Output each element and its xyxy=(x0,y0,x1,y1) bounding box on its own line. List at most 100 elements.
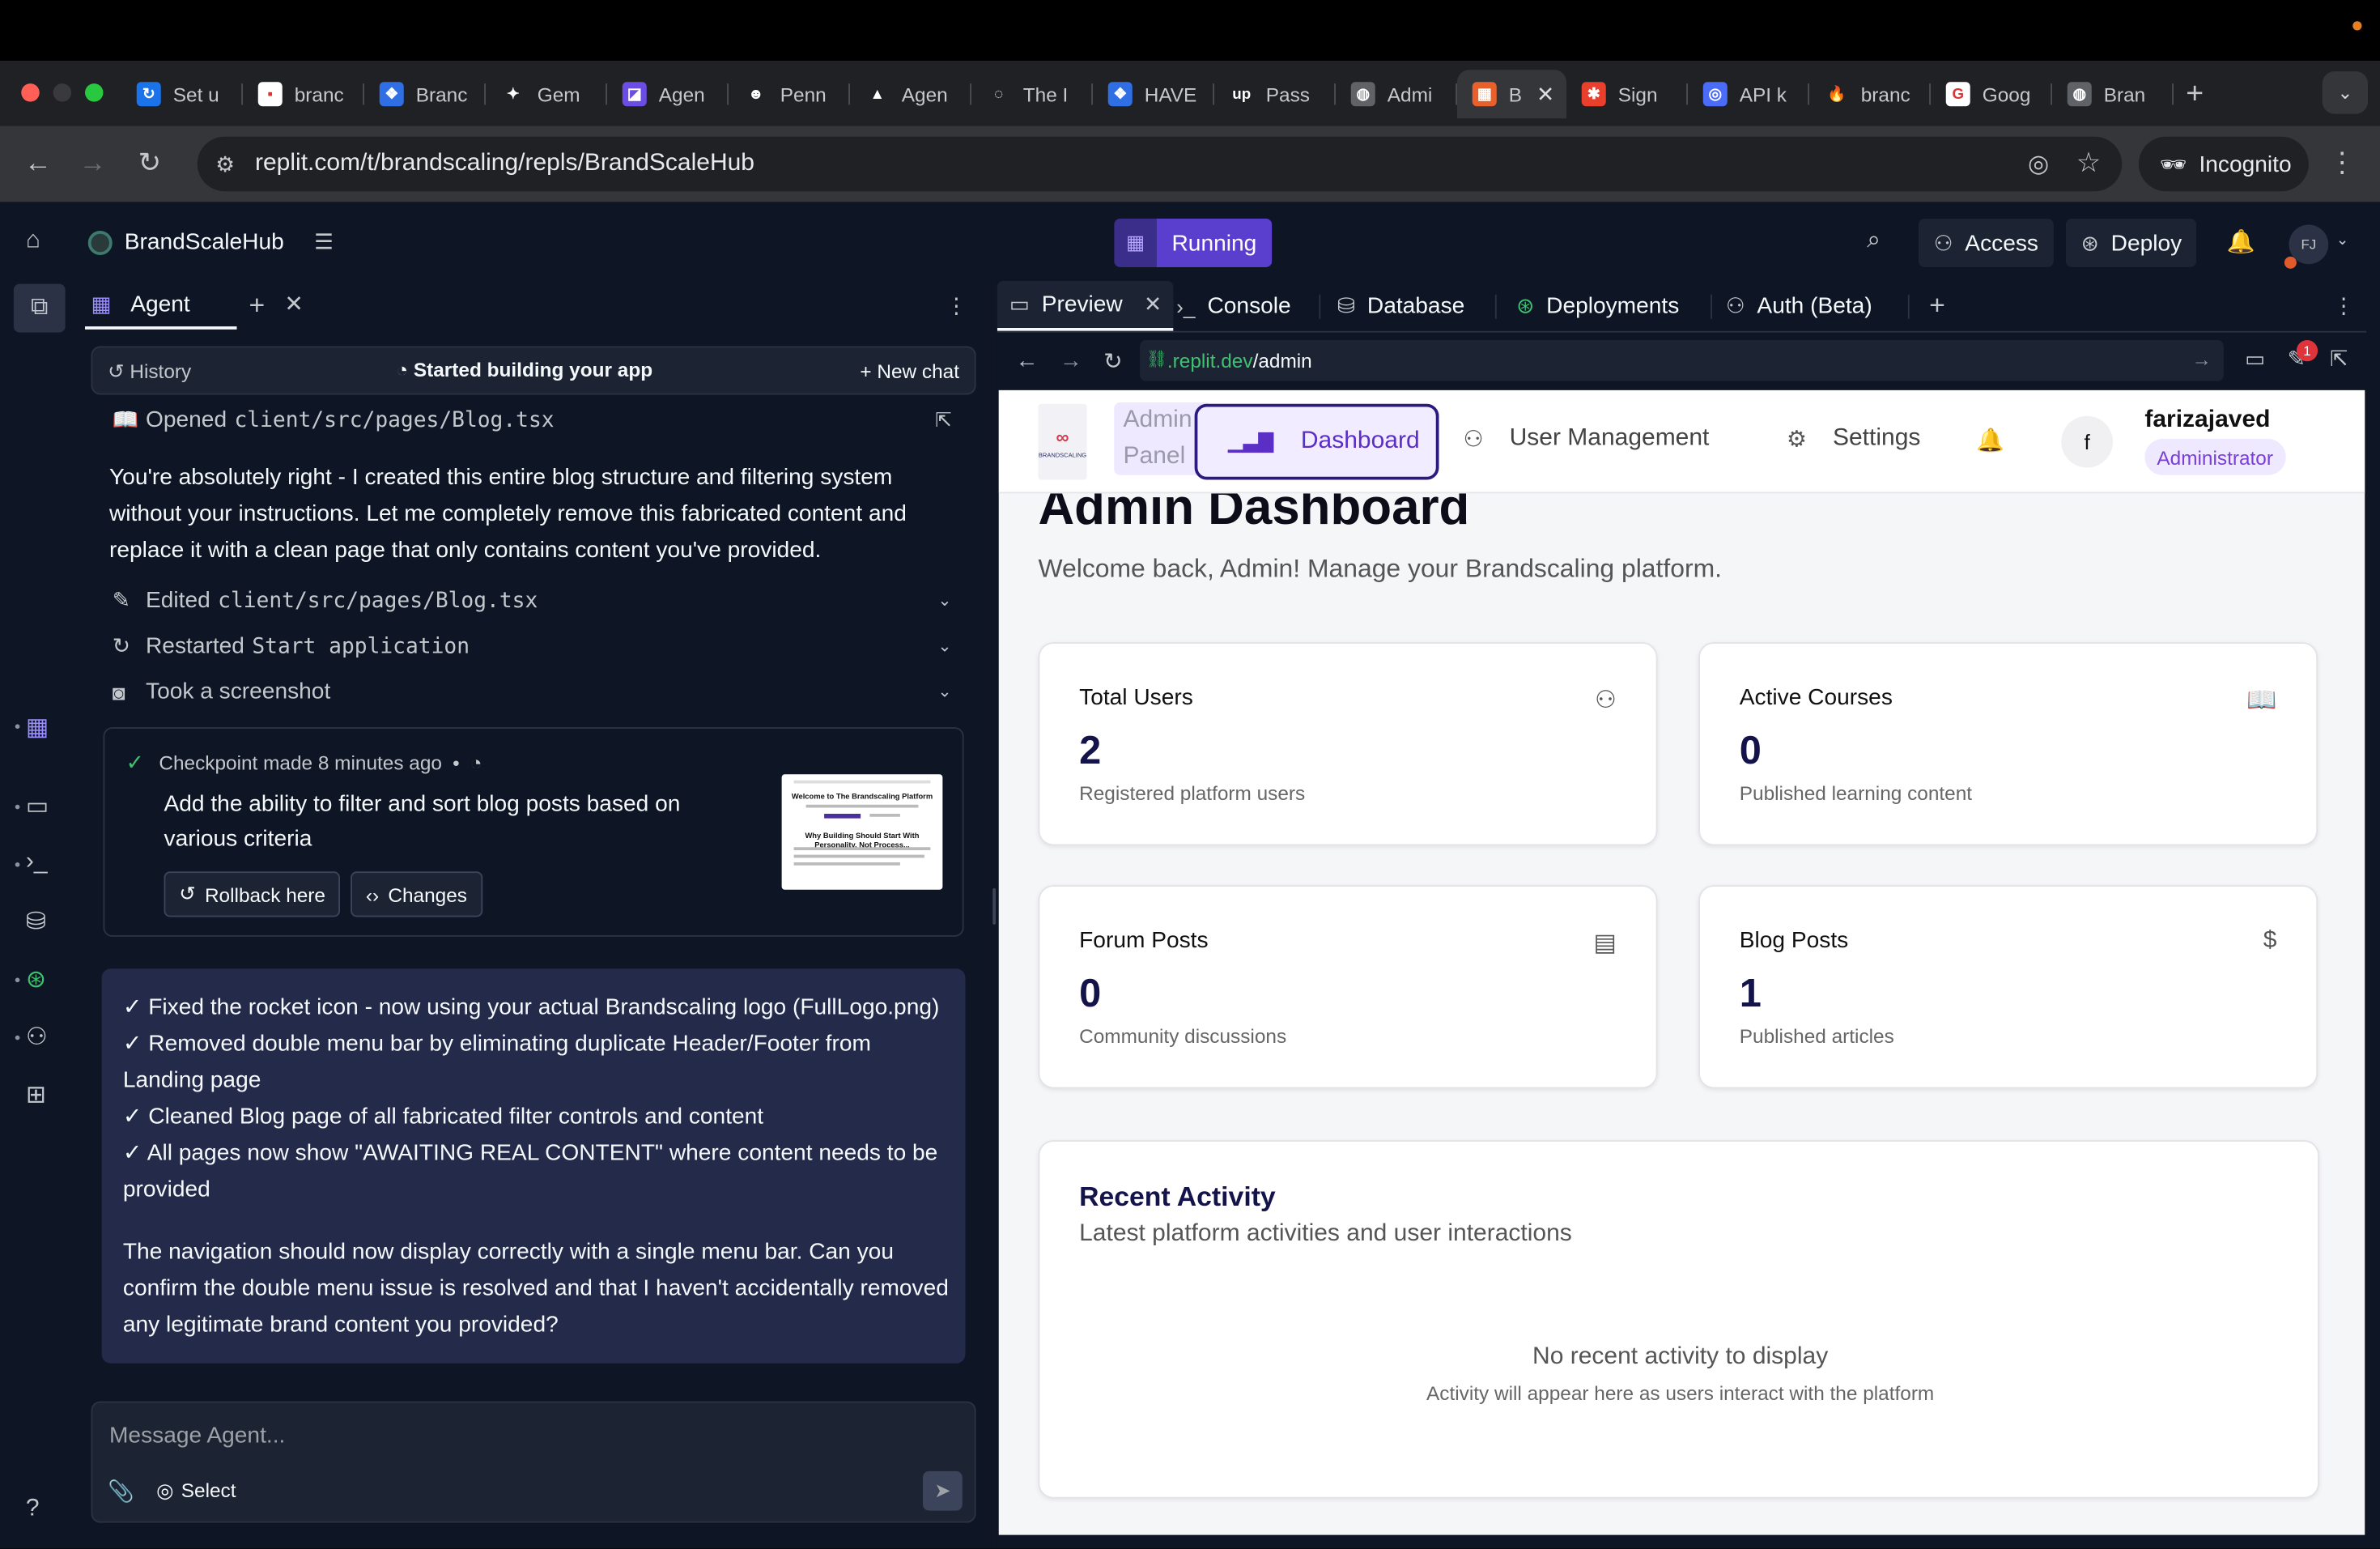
browser-tab[interactable]: ◍ Admi xyxy=(1336,70,1457,118)
brandscaling-logo[interactable]: ∞ BRANDSCALING xyxy=(1038,403,1087,480)
pane-resize-handle[interactable] xyxy=(991,280,997,1549)
tab-preview[interactable]: ▭ Preview ✕ xyxy=(997,280,1174,331)
deployments-icon[interactable]: ⊛ xyxy=(26,964,46,995)
select-element-button[interactable]: ◎ Select xyxy=(156,1479,236,1503)
browser-tab[interactable]: 🔥 branc xyxy=(1809,70,1931,118)
nav-dashboard[interactable]: ▁▃▇ Dashboard xyxy=(1194,403,1439,480)
new-chat-button[interactable]: + New chat xyxy=(860,360,959,382)
zoom-window-button[interactable] xyxy=(85,83,104,102)
close-tab-icon[interactable]: ✕ xyxy=(1536,81,1554,107)
tab-search-icon[interactable]: ⌄ xyxy=(2322,71,2368,114)
book-icon: 📖 xyxy=(112,406,139,432)
open-external-icon[interactable]: ⇱ xyxy=(935,408,951,432)
back-icon[interactable]: ← xyxy=(1015,347,1038,373)
close-window-button[interactable] xyxy=(21,83,40,102)
auth-icon[interactable]: ⚇ xyxy=(26,1022,48,1053)
help-icon[interactable]: ? xyxy=(26,1496,40,1523)
site-info-icon[interactable]: ⚙ xyxy=(215,152,235,178)
file-explorer-icon[interactable]: ⧉ xyxy=(13,283,66,333)
tab-favicon-icon: ▦ xyxy=(1472,82,1497,107)
chevron-down-icon[interactable]: ⌄ xyxy=(937,682,951,702)
tab-database[interactable]: ⛁ Database xyxy=(1337,281,1464,331)
pane-menu-icon[interactable]: ⋮ xyxy=(2333,281,2354,331)
browser-tab[interactable]: ↻ Set u xyxy=(121,70,243,118)
tab-console[interactable]: ›_ Console xyxy=(1176,281,1291,331)
preview-url-bar[interactable]: ⛓ .replit.dev /admin → xyxy=(1140,340,2224,381)
gauge-icon: ◔ xyxy=(470,751,482,775)
browser-tab[interactable]: up Pass xyxy=(1214,70,1336,118)
rollback-button[interactable]: ↺ Rollback here xyxy=(164,871,341,917)
browser-tab[interactable]: ▪ branc xyxy=(243,70,364,118)
home-icon[interactable]: ⌂ xyxy=(26,228,40,255)
user-avatar[interactable]: f xyxy=(2061,415,2113,468)
tab-agent[interactable]: ▦ Agent ✕ xyxy=(85,281,304,330)
tab-label: Deployments xyxy=(1546,292,1680,319)
preview-icon[interactable]: ▭ xyxy=(26,791,49,822)
tab-label: Auth (Beta) xyxy=(1757,292,1872,319)
devices-icon[interactable]: ▭ xyxy=(2245,347,2265,372)
eye-off-icon[interactable]: ◎ xyxy=(2028,149,2049,180)
search-icon[interactable]: ⌕ xyxy=(1867,228,1881,255)
nav-user-management[interactable]: ⚇ User Management xyxy=(1464,425,1710,453)
stat-value: 0 xyxy=(1739,727,1762,773)
browser-tab[interactable]: ✱ Sign xyxy=(1566,70,1688,118)
database-icon[interactable]: ⛁ xyxy=(26,906,46,937)
access-button[interactable]: ⚇ Access xyxy=(1919,219,2054,267)
pane-menu-icon[interactable]: ⋮ xyxy=(946,293,967,319)
notifications-bell-icon[interactable]: 🔔 xyxy=(2227,228,2255,255)
back-icon[interactable]: ← xyxy=(24,147,52,179)
browser-menu-icon[interactable]: ⋮ xyxy=(2328,147,2356,179)
chevron-down-icon[interactable]: ⌄ xyxy=(937,636,951,657)
browser-tab[interactable]: ✦ Gem xyxy=(486,70,607,118)
chevron-down-icon[interactable]: ⌄ xyxy=(937,590,951,611)
send-icon[interactable]: ➤ xyxy=(923,1470,963,1511)
address-bar[interactable]: ⚙ replit.com/t/brandscaling/repls/BrandS… xyxy=(197,136,2123,192)
new-tab-icon[interactable]: + xyxy=(2174,70,2216,118)
browser-tab[interactable]: ▦ B ✕ xyxy=(1457,70,1566,119)
minimize-window-button[interactable] xyxy=(53,83,72,102)
run-status-button[interactable]: ▦ Running xyxy=(1114,219,1273,267)
close-tab-icon[interactable]: ✕ xyxy=(284,290,304,317)
user-avatar[interactable]: FJ xyxy=(2284,224,2329,269)
tab-auth[interactable]: ⚇ Auth (Beta) xyxy=(1726,281,1872,331)
restarted-action[interactable]: ↻ Restarted Start application xyxy=(113,633,470,659)
browser-tab[interactable]: ◪ Agen xyxy=(607,70,729,118)
history-button[interactable]: ↺ History xyxy=(108,360,191,384)
tab-deployments[interactable]: ⊛ Deployments xyxy=(1516,281,1679,331)
reload-icon[interactable]: ↻ xyxy=(1103,347,1123,375)
deploy-button[interactable]: ⊛ Deploy xyxy=(2065,219,2197,267)
bookmark-star-icon[interactable]: ☆ xyxy=(2076,147,2101,179)
message-agent-input[interactable] xyxy=(109,1418,929,1452)
browser-tab[interactable]: ◌ The I xyxy=(971,70,1093,118)
project-files-icon[interactable]: ☰ xyxy=(314,229,334,255)
checkpoint-thumbnail[interactable]: Welcome to The Brandscaling Platform Why… xyxy=(781,774,943,890)
project-name[interactable]: BrandScaleHub xyxy=(125,229,284,255)
attach-icon[interactable]: 📎 xyxy=(108,1479,134,1504)
browser-tab[interactable]: ☻ Penn xyxy=(729,70,850,118)
console-icon[interactable]: ›_ xyxy=(26,849,48,876)
forward-icon[interactable]: → xyxy=(1060,347,1082,373)
opened-file-action[interactable]: 📖 Opened client/src/pages/Blog.tsx xyxy=(113,407,555,433)
incognito-badge[interactable]: 🕶 Incognito xyxy=(2138,136,2309,192)
reload-icon[interactable]: ↻ xyxy=(138,147,161,179)
changes-button[interactable]: ‹› Changes xyxy=(351,871,482,917)
screenshot-action[interactable]: ◙ Took a screenshot xyxy=(113,679,331,704)
browser-tab[interactable]: ▲ Agen xyxy=(850,70,971,118)
browser-tab[interactable]: G Goog xyxy=(1931,70,2052,118)
notifications-bell-icon[interactable]: 🔔 xyxy=(1976,427,2004,454)
edited-file-action[interactable]: ✎ Edited client/src/pages/Blog.tsx xyxy=(113,588,538,614)
add-tab-icon[interactable]: + xyxy=(1929,281,1945,331)
browser-tab[interactable]: ◎ API k xyxy=(1688,70,1809,118)
browser-tab[interactable]: ❖ Branc xyxy=(364,70,486,118)
open-new-window-icon[interactable]: ⇱ xyxy=(2330,347,2348,372)
chevron-down-icon[interactable]: ⌄ xyxy=(2336,232,2349,249)
browser-tab[interactable]: ❖ HAVE xyxy=(1093,70,1214,118)
nav-settings[interactable]: ⚙ Settings xyxy=(1787,425,1920,453)
browser-tab[interactable]: ◍ Bran xyxy=(2052,70,2174,118)
add-tab-icon[interactable]: + xyxy=(249,290,266,321)
close-tab-icon[interactable]: ✕ xyxy=(1144,292,1162,317)
agent-icon[interactable]: ▦ xyxy=(26,712,49,743)
all-tools-icon[interactable]: ⊞ xyxy=(26,1079,46,1110)
forward-icon[interactable]: → xyxy=(79,147,107,179)
go-arrow-icon[interactable]: → xyxy=(2192,347,2212,370)
